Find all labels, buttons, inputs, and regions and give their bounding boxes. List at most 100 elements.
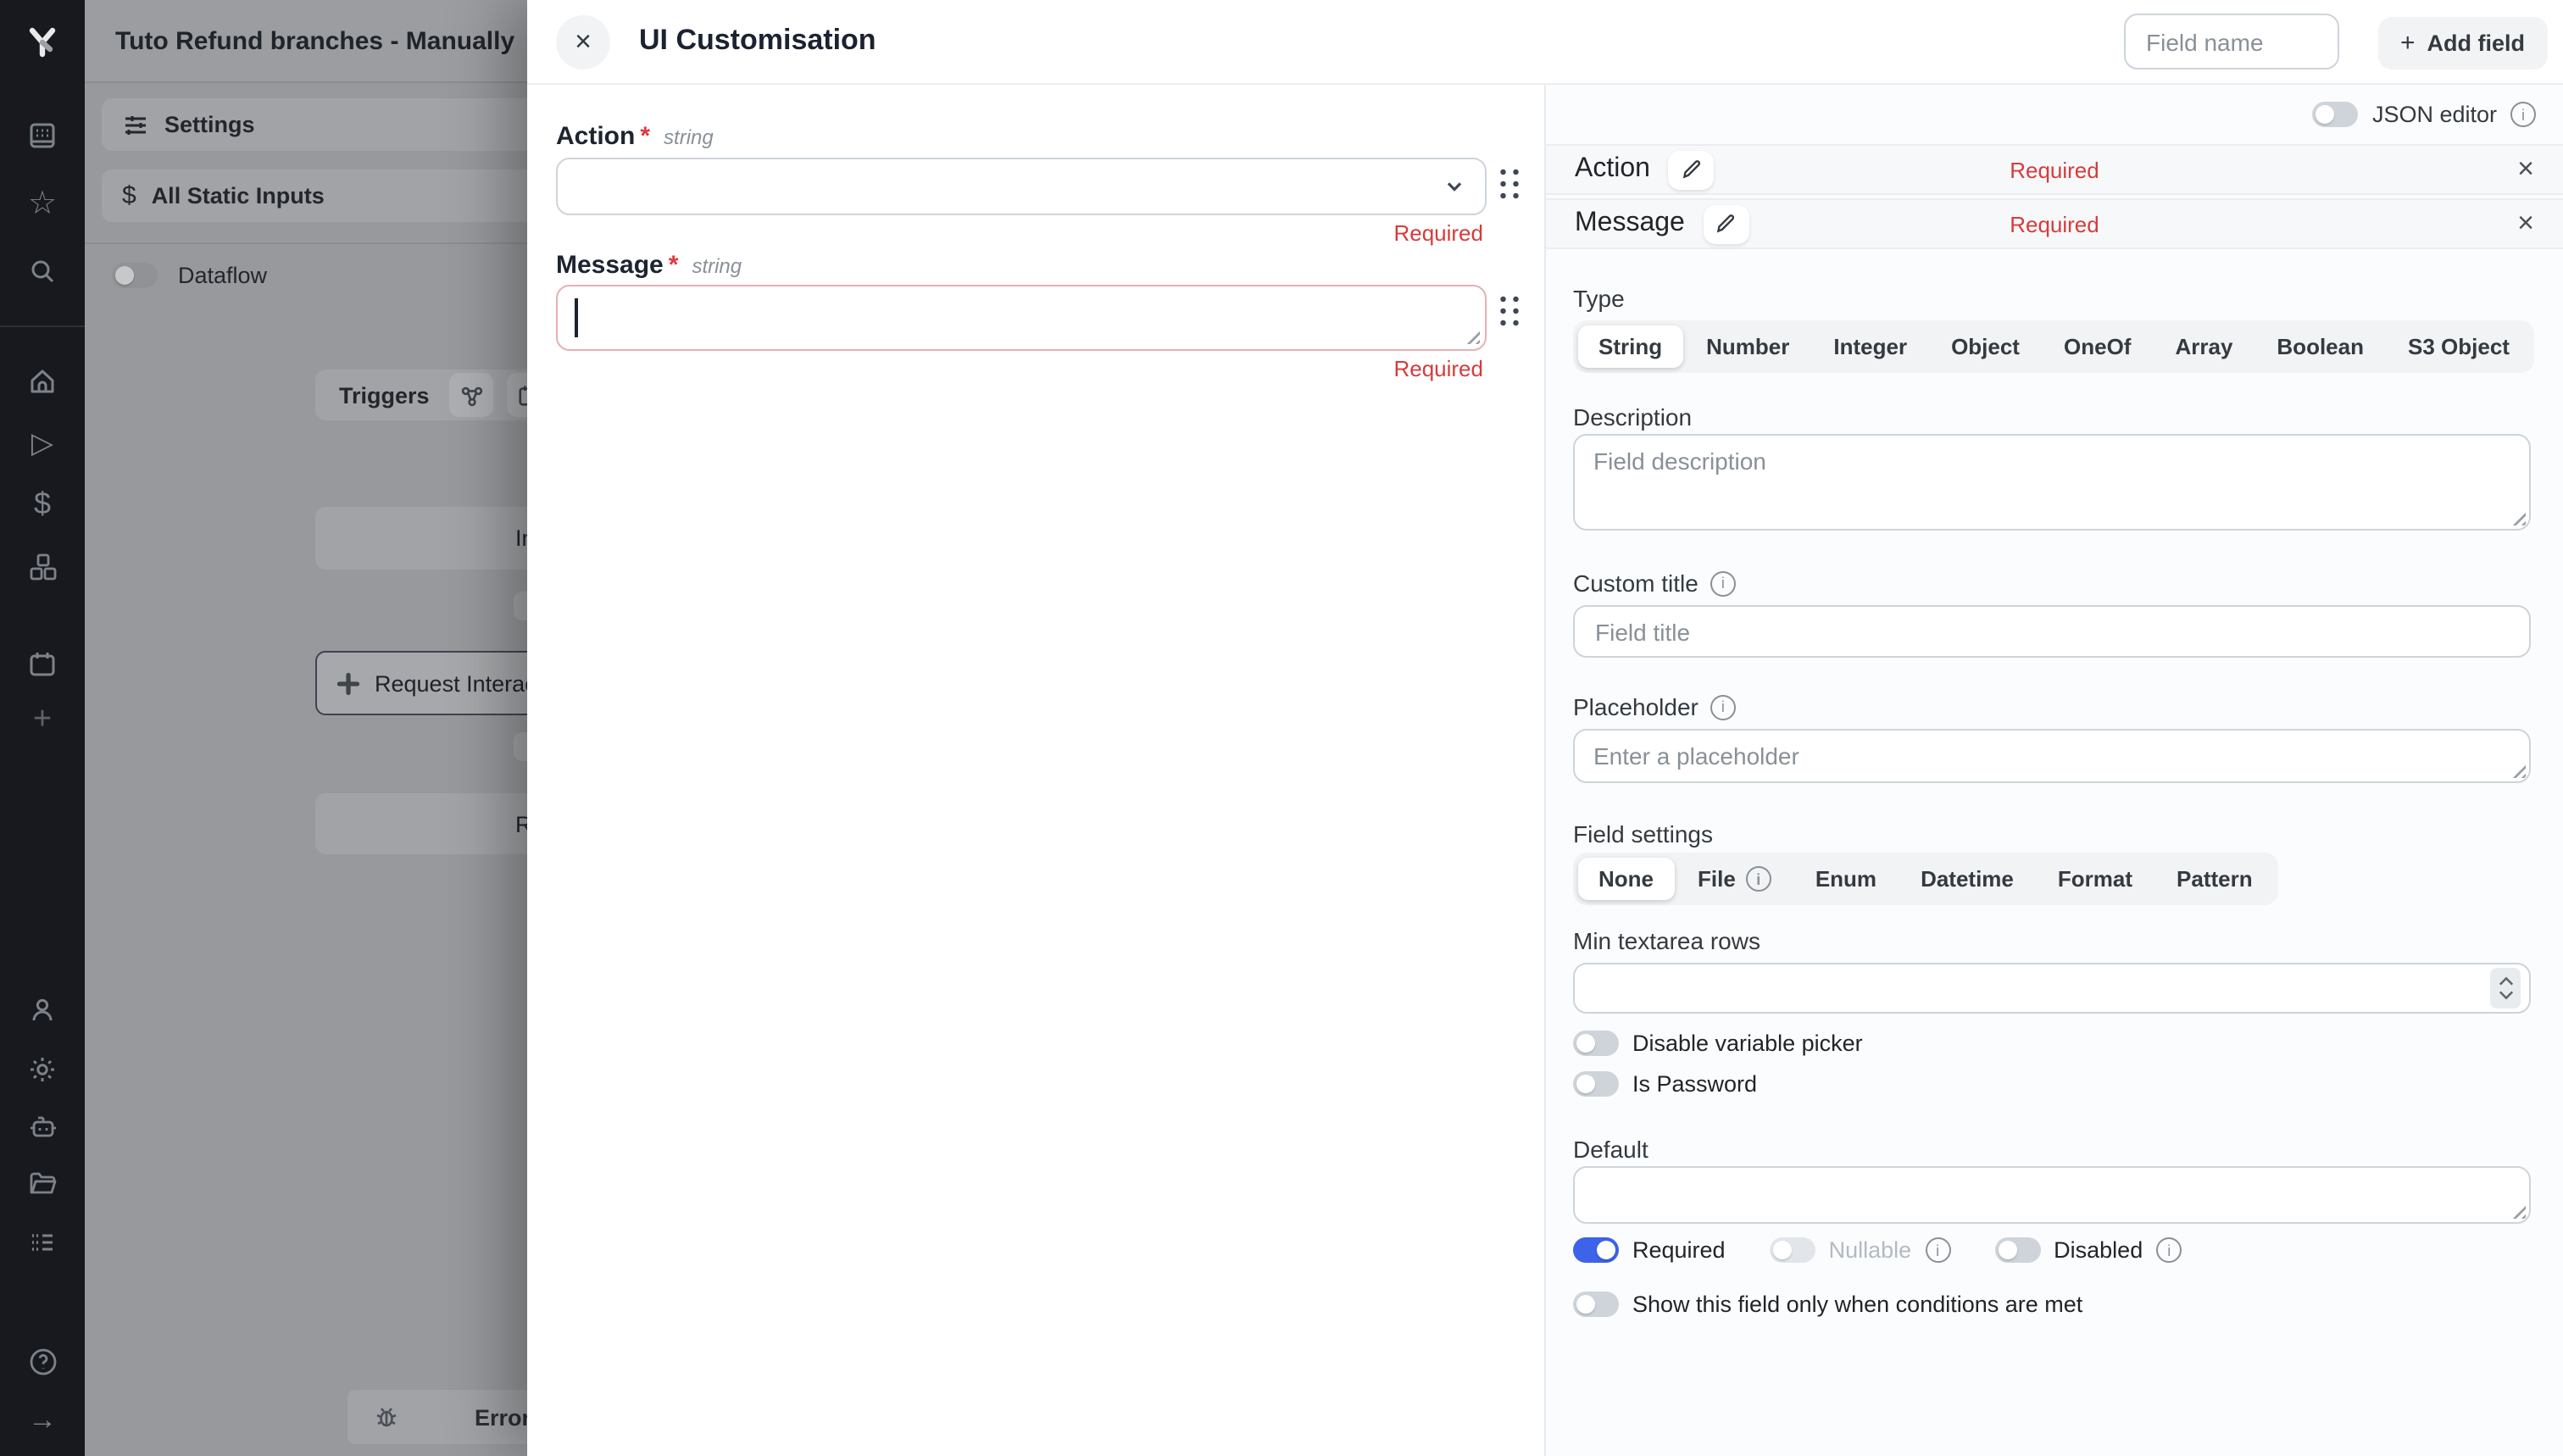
description-field-wrap <box>1573 434 2531 531</box>
disabled-label: Disabled <box>2054 1237 2143 1263</box>
edit-pencil-icon[interactable] <box>1669 150 1715 189</box>
drag-handle[interactable] <box>1495 292 1521 327</box>
folder-icon[interactable] <box>0 1154 85 1212</box>
condition-toggle[interactable] <box>1573 1292 1619 1317</box>
webhook-trigger-button[interactable] <box>450 373 494 417</box>
message-required-error: Required <box>556 356 1483 381</box>
json-editor-label: JSON editor <box>2372 102 2497 127</box>
setting-option-enum[interactable]: Enum <box>1795 858 1897 900</box>
add-field-button[interactable]: Add field <box>2378 17 2547 69</box>
setting-option-pattern[interactable]: Pattern <box>2156 858 2273 900</box>
required-label: Required <box>1632 1237 1726 1263</box>
dataflow-label: Dataflow <box>178 263 267 288</box>
blocks-icon[interactable] <box>0 537 85 595</box>
nullable-toggle[interactable] <box>1770 1237 1815 1263</box>
home-icon[interactable] <box>0 353 85 410</box>
flags-row: Required Nullable Disabled <box>1573 1237 2182 1263</box>
setting-option-file[interactable]: File <box>1677 858 1792 900</box>
disable-variable-picker-label: Disable variable picker <box>1632 1031 1863 1056</box>
custom-title-input[interactable] <box>1573 605 2531 658</box>
type-option-oneof[interactable]: OneOf <box>2043 325 2151 368</box>
info-icon <box>1746 866 1771 892</box>
placeholder-field-wrap <box>1573 729 2531 783</box>
type-option-string[interactable]: String <box>1578 325 1682 368</box>
json-editor-row: JSON editor <box>2313 102 2536 127</box>
action-select[interactable] <box>556 158 1487 215</box>
field-row-action[interactable]: Required Action <box>1546 144 2563 195</box>
plus-icon[interactable]: + <box>0 690 85 747</box>
help-icon[interactable] <box>0 1332 85 1390</box>
modal-header: UI Customisation Add field <box>527 0 2563 85</box>
close-icon[interactable] <box>556 15 610 69</box>
bug-icon <box>373 1403 400 1431</box>
type-option-integer[interactable]: Integer <box>1813 325 1927 368</box>
resize-handle[interactable] <box>1463 327 1480 344</box>
disable-variable-picker-toggle[interactable] <box>1573 1031 1619 1056</box>
default-field-wrap <box>1573 1166 2531 1224</box>
status-badge: Required <box>1546 211 2563 236</box>
building-icon[interactable] <box>0 107 85 164</box>
dataflow-toggle[interactable] <box>112 263 158 288</box>
list-icon[interactable] <box>0 1214 85 1271</box>
default-textarea[interactable] <box>1573 1166 2531 1224</box>
type-hint: string <box>692 254 742 278</box>
is-password-toggle[interactable] <box>1573 1071 1619 1097</box>
calendar-icon[interactable] <box>0 636 85 693</box>
message-textarea[interactable] <box>556 285 1487 351</box>
slack-icon <box>336 670 361 696</box>
remove-field-icon[interactable] <box>2517 207 2534 241</box>
type-option-array[interactable]: Array <box>2154 325 2253 368</box>
setting-option-format[interactable]: Format <box>2038 858 2153 900</box>
min-textarea-rows-label: Min textarea rows <box>1573 927 1760 954</box>
add-field-label: Add field <box>2427 31 2526 56</box>
modal-title: UI Customisation <box>639 24 876 58</box>
arrow-right-icon[interactable]: → <box>0 1390 85 1448</box>
info-icon <box>2156 1237 2182 1263</box>
is-password-row: Is Password <box>1573 1071 1757 1097</box>
type-option-object[interactable]: Object <box>1931 325 2040 368</box>
dollar-icon: $ <box>122 181 136 210</box>
json-editor-toggle[interactable] <box>2313 102 2359 127</box>
description-textarea[interactable] <box>1573 434 2531 531</box>
min-textarea-rows-input[interactable] <box>1573 963 2531 1014</box>
required-toggle[interactable] <box>1573 1237 1619 1263</box>
setting-option-datetime[interactable]: Datetime <box>1900 858 2034 900</box>
condition-label: Show this field only when conditions are… <box>1632 1292 2082 1317</box>
user-icon[interactable] <box>0 981 85 1039</box>
nullable-label: Nullable <box>1829 1237 1912 1263</box>
type-option-s3object[interactable]: S3 Object <box>2388 325 2530 368</box>
action-required-error: Required <box>556 220 1483 246</box>
search-icon[interactable] <box>0 242 85 300</box>
field-row-name: Action <box>1575 154 1650 185</box>
number-stepper[interactable] <box>2490 968 2521 1009</box>
dollar-icon[interactable]: $ <box>0 475 85 532</box>
star-icon[interactable]: ☆ <box>0 175 85 232</box>
edit-pencil-icon[interactable] <box>1704 204 1749 243</box>
field-settings-label: Field settings <box>1573 820 1713 847</box>
field-name-input[interactable] <box>2124 14 2339 69</box>
gear-icon[interactable] <box>0 1041 85 1098</box>
info-icon <box>2510 102 2536 127</box>
info-icon <box>1925 1237 1950 1263</box>
static-inputs-label: All Static Inputs <box>152 183 325 208</box>
app-logo[interactable] <box>0 14 85 71</box>
sliders-icon <box>122 111 149 138</box>
type-option-number[interactable]: Number <box>1686 325 1810 368</box>
robot-icon[interactable] <box>0 1097 85 1154</box>
drag-handle[interactable] <box>1495 164 1521 200</box>
field-row-message[interactable]: Required Message <box>1546 198 2563 249</box>
placeholder-textarea[interactable] <box>1573 729 2531 783</box>
remove-field-icon[interactable] <box>2517 153 2534 186</box>
field-settings-segmented-control: None File Enum Datetime Format Pattern <box>1573 853 2278 905</box>
dataflow-row: Dataflow <box>112 263 267 288</box>
ui-customisation-modal: UI Customisation Add field Action* strin… <box>527 0 2563 1456</box>
min-rows-wrap <box>1573 963 2531 1014</box>
info-icon <box>1710 694 1736 720</box>
default-label: Default <box>1573 1136 1648 1163</box>
play-icon[interactable]: ▷ <box>0 414 85 471</box>
disabled-toggle[interactable] <box>1994 1237 2040 1263</box>
setting-option-none[interactable]: None <box>1578 858 1674 900</box>
type-option-boolean[interactable]: Boolean <box>2256 325 2384 368</box>
type-segmented-control: String Number Integer Object OneOf Array… <box>1573 320 2535 373</box>
type-hint: string <box>664 125 714 149</box>
